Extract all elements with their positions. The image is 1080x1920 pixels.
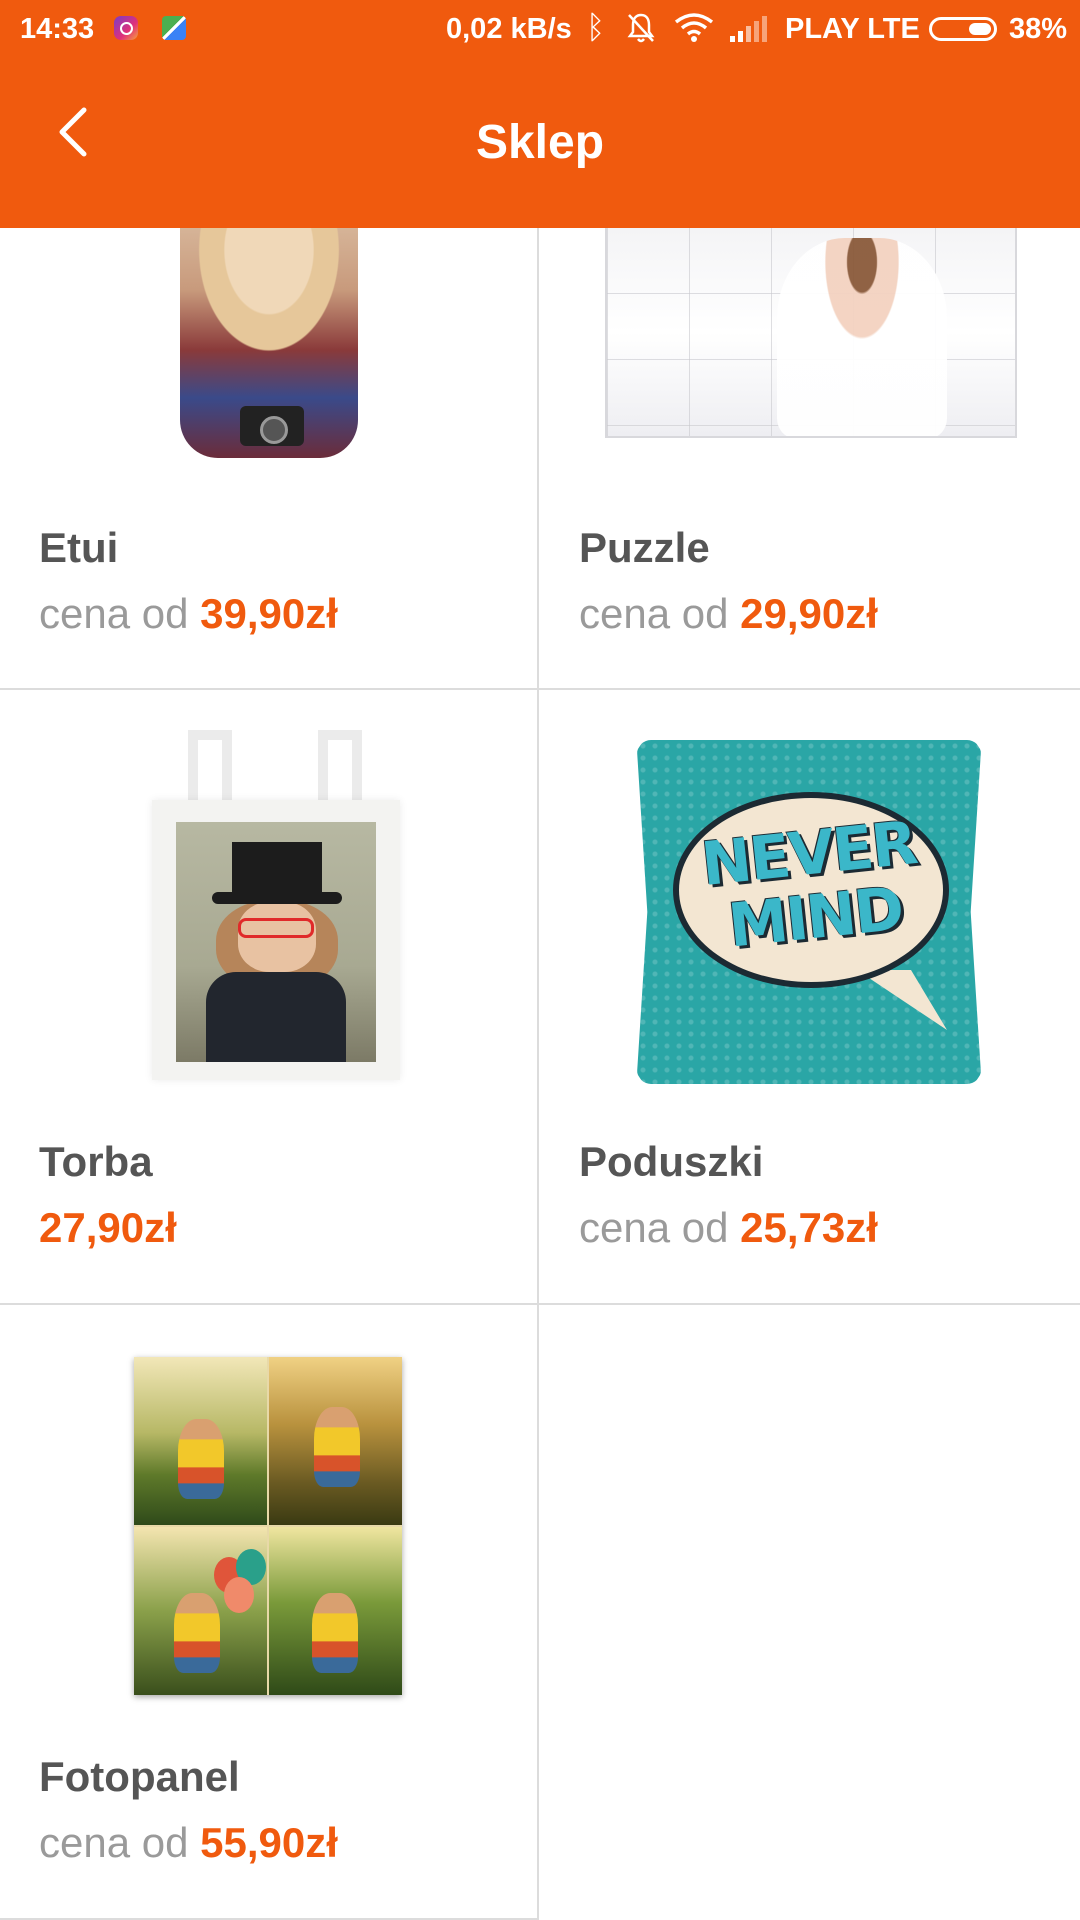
battery-icon	[929, 17, 997, 41]
product-price: cena od 25,73zł	[579, 1204, 878, 1252]
product-image-torba	[122, 730, 424, 1085]
product-name: Poduszki	[579, 1138, 764, 1185]
product-image-etui	[180, 228, 358, 458]
product-price: cena od 39,90zł	[39, 590, 338, 638]
product-price: 27,90zł	[39, 1204, 177, 1252]
bell-off-icon	[626, 12, 656, 52]
product-card-fotopanel[interactable]: Fotopanel cena od 55,90zł	[0, 1305, 539, 1920]
product-name: Puzzle	[579, 524, 710, 571]
battery-percent: 38%	[1009, 13, 1068, 45]
battery-fill	[969, 23, 991, 35]
product-name: Etui	[39, 524, 119, 571]
product-card-etui[interactable]: Etui cena od 39,90zł	[0, 228, 539, 690]
status-bar: 14:33 0,02 kB/s ᛒ PLAY LTE 38%	[0, 0, 1080, 60]
product-price: cena od 29,90zł	[579, 590, 878, 638]
status-time: 14:33	[20, 13, 95, 45]
empty-grid-cell	[539, 1305, 1080, 1920]
shop-screen: 14:33 0,02 kB/s ᛒ PLAY LTE 38% Sklep Etu…	[0, 0, 1080, 1920]
product-price: cena od 55,90zł	[39, 1819, 338, 1867]
price-value: 29,90zł	[740, 590, 878, 637]
product-image-fotopanel	[134, 1357, 402, 1695]
product-image-puzzle	[605, 228, 1017, 438]
product-name: Fotopanel	[39, 1753, 240, 1800]
camera-graphic	[240, 406, 304, 446]
product-card-torba[interactable]: Torba 27,90zł	[0, 690, 539, 1305]
bluetooth-icon: ᛒ	[586, 9, 606, 45]
product-grid: Etui cena od 39,90zł Puzzle cena od 29,9…	[0, 228, 1080, 1920]
price-value: 55,90zł	[200, 1819, 338, 1866]
price-value: 25,73zł	[740, 1204, 878, 1251]
price-prefix: cena od	[579, 1204, 741, 1251]
product-card-poduszki[interactable]: NEVER MIND Poduszki cena od 25,73zł	[539, 690, 1080, 1305]
product-name: Torba	[39, 1138, 153, 1185]
network-speed: 0,02 kB/s	[446, 13, 572, 45]
page-title: Sklep	[475, 116, 605, 169]
price-prefix: cena od	[39, 590, 201, 637]
price-prefix: cena od	[579, 590, 741, 637]
product-image-pillow: NEVER MIND	[637, 740, 981, 1084]
carrier-label: PLAY LTE	[785, 13, 920, 45]
instagram-icon	[114, 16, 138, 40]
maps-icon	[162, 16, 186, 40]
price-value: 39,90zł	[200, 590, 338, 637]
price-value: 27,90zł	[39, 1204, 177, 1251]
app-bar: Sklep	[0, 60, 1080, 228]
product-card-puzzle[interactable]: Puzzle cena od 29,90zł	[539, 228, 1080, 690]
signal-icon	[730, 16, 770, 50]
price-prefix: cena od	[39, 1819, 201, 1866]
wifi-icon	[674, 12, 714, 50]
